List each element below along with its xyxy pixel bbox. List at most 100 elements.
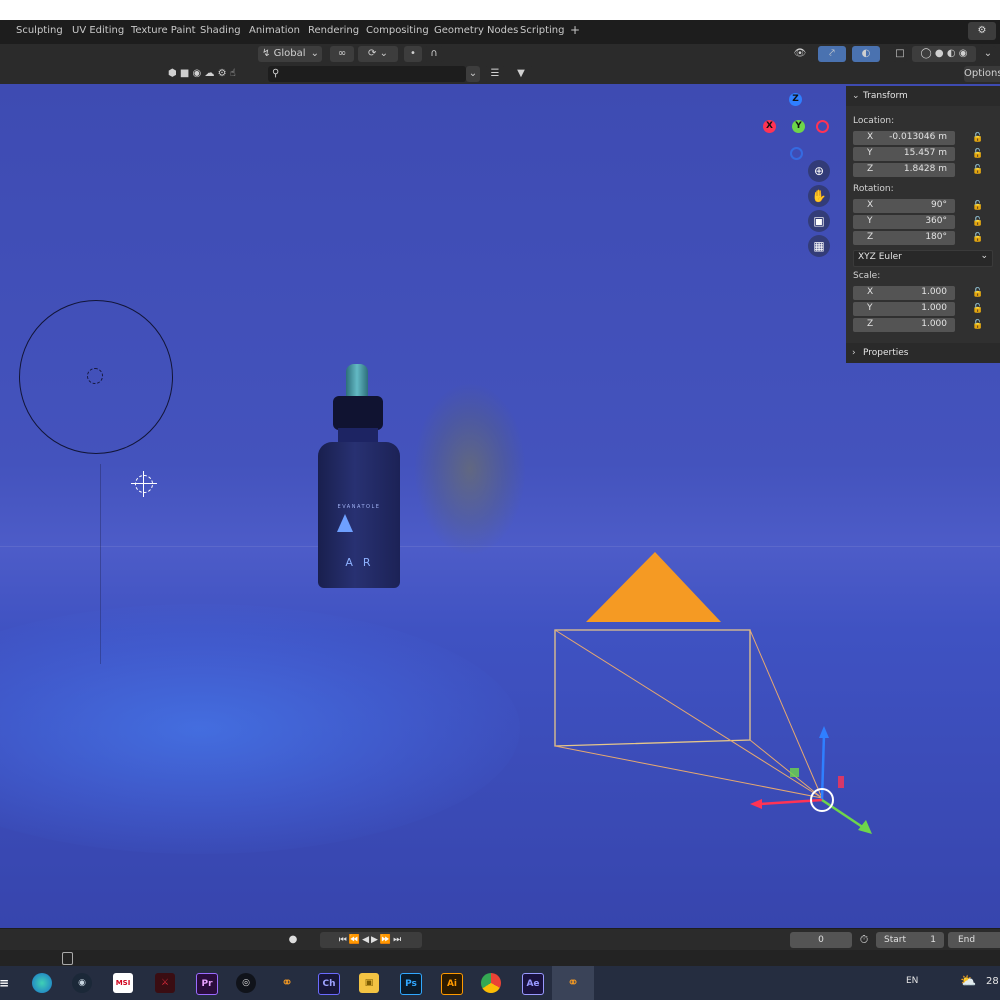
gizmo-z-axis[interactable]: Z [789, 93, 802, 106]
add-workspace-button[interactable]: + [570, 23, 580, 37]
scale-label: Scale: [853, 271, 881, 281]
location-y-field[interactable]: Y 15.457 m [853, 147, 955, 161]
bottle-cap[interactable] [333, 396, 383, 430]
photoshop-icon[interactable]: Ps [400, 973, 422, 995]
stopwatch-icon[interactable]: ⏱ [856, 932, 872, 948]
tab-texture-paint[interactable]: Texture Paint [131, 25, 196, 36]
gizmo-x-axis[interactable]: X [763, 120, 776, 133]
shading-mode-buttons[interactable]: ◯ ● ◐ ◉ [912, 46, 976, 62]
rotation-mode-dropdown[interactable]: XYZ Euler ⌄ [853, 250, 993, 267]
language-indicator[interactable]: EN [906, 976, 918, 986]
bottle-brand-label: EVANATOLE [337, 504, 381, 510]
start-frame-field[interactable]: Start 1 [876, 932, 944, 948]
tab-sculpting[interactable]: Sculpting [16, 25, 63, 36]
rotation-y-field[interactable]: Y 360° [853, 215, 955, 229]
pivot-point-button[interactable]: ∞ [330, 46, 354, 62]
current-frame-field[interactable]: 0 [790, 932, 852, 948]
falloff-curve-icon[interactable]: ∩ [424, 46, 444, 62]
camera-up-triangle [586, 552, 721, 622]
tab-uv-editing[interactable]: UV Editing [72, 25, 124, 36]
lock-icon[interactable]: 🔓 [972, 165, 984, 176]
lock-icon[interactable]: 🔓 [972, 217, 984, 228]
transform-title: Transform [863, 91, 908, 101]
outliner-search-input[interactable]: ⚲ [268, 66, 466, 82]
lock-icon[interactable]: 🔓 [972, 304, 984, 315]
visibility-icon[interactable]: 👁 [786, 46, 814, 62]
scene-selector-icon[interactable]: ⚙ [968, 22, 996, 40]
weather-icon[interactable]: ⛅ [960, 974, 978, 992]
sidebar-transform-panel: ⌄ Transform Location: X -0.013046 m Y 15.4… [846, 86, 1000, 362]
display-mode-icon[interactable]: ☰ [484, 66, 506, 82]
tab-animation[interactable]: Animation [249, 25, 300, 36]
file-explorer-icon[interactable]: ▣ [359, 973, 379, 993]
proportional-edit-button[interactable]: • [404, 46, 422, 62]
3d-cursor-icon[interactable] [131, 471, 157, 497]
tab-geometry-nodes[interactable]: Geometry Nodes [434, 25, 518, 36]
tab-rendering[interactable]: Rendering [308, 25, 359, 36]
msi-icon[interactable]: MSI [113, 973, 133, 993]
bottle-dropper[interactable] [346, 364, 368, 398]
lock-icon[interactable]: 🔓 [972, 233, 984, 244]
chevron-down-icon: ⌄ [852, 91, 860, 101]
premiere-icon[interactable]: Pr [196, 973, 218, 995]
character-animator-icon[interactable]: Ch [318, 973, 340, 995]
bottle-body[interactable]: EVANATOLE AR [318, 442, 400, 588]
steam-icon[interactable]: ◉ [72, 973, 92, 993]
tab-shading[interactable]: Shading [200, 25, 241, 36]
scale-y-field[interactable]: Y 1.000 [853, 302, 955, 316]
workspace-tabs-bar: Sculpting UV Editing Texture Paint Shadi… [0, 20, 1000, 44]
orientation-label: Global [273, 48, 306, 59]
location-z-field[interactable]: Z 1.8428 m [853, 163, 955, 177]
shading-options-icon[interactable]: ⌄ [980, 46, 996, 62]
gizmo-y-axis[interactable]: Y [792, 120, 805, 133]
perspective-grid-icon[interactable]: ▦ [808, 235, 830, 257]
camera-view-icon[interactable]: ▣ [808, 210, 830, 232]
playback-controls[interactable]: ⏮⏪◀▶⏩⏭ [320, 932, 422, 948]
lock-icon[interactable]: 🔓 [972, 149, 984, 160]
filter-icon[interactable]: ▼ [508, 66, 534, 82]
lock-icon[interactable]: 🔓 [972, 288, 984, 299]
light-direction-line [100, 464, 101, 664]
end-frame-field[interactable]: End [948, 932, 1000, 948]
blender-active-icon: ⚭ [567, 975, 579, 991]
rotation-z-field[interactable]: Z 180° [853, 231, 955, 245]
tab-scripting[interactable]: Scripting [520, 25, 564, 36]
gizmo-toggle-button[interactable]: ⤤ [818, 46, 846, 62]
transform-panel-header[interactable]: ⌄ Transform [846, 86, 1000, 106]
transform-gizmo[interactable] [740, 714, 890, 844]
options-dropdown[interactable]: Options [964, 66, 1000, 82]
gizmo-neg-z-axis[interactable] [790, 147, 803, 160]
search-icon[interactable]: ≡ [0, 973, 14, 993]
chevron-down-icon[interactable]: ⌄ [466, 66, 480, 82]
rotation-x-field[interactable]: X 90° [853, 199, 955, 213]
properties-panel-header[interactable]: › Properties [846, 343, 1000, 363]
scale-x-field[interactable]: X 1.000 [853, 286, 955, 300]
overlays-toggle-button[interactable]: ◐ [852, 46, 880, 62]
lock-icon[interactable]: 🔓 [972, 133, 984, 144]
snap-toggle-button[interactable]: ⟳ ⌄ [358, 46, 398, 62]
zoom-icon[interactable]: ⊕ [808, 160, 830, 182]
gizmo-neg-x-axis[interactable] [816, 120, 829, 133]
scale-z-field[interactable]: Z 1.000 [853, 318, 955, 332]
illustrator-icon[interactable]: Ai [441, 973, 463, 995]
record-icon[interactable]: ● [283, 932, 303, 948]
game-icon[interactable]: ⚔ [155, 973, 175, 993]
xray-icon[interactable]: □ [893, 46, 907, 62]
cinema4d-icon[interactable]: ◎ [236, 973, 256, 993]
navigation-gizmo[interactable]: Z X Y [760, 92, 840, 172]
transform-orientation-dropdown[interactable]: ↯ Global ⌄ [258, 46, 322, 62]
selectability-visibility-icons[interactable]: ⬢ ■ ◉ ☁ ⚙ ☝ [168, 66, 266, 82]
location-x-field[interactable]: X -0.013046 m [853, 131, 955, 145]
taskbar-active-app[interactable]: ⚭ [552, 966, 594, 1000]
chevron-right-icon: › [852, 348, 856, 358]
chevron-down-icon: ⌄ [980, 251, 988, 261]
edge-icon[interactable] [32, 973, 52, 993]
chrome-icon[interactable] [481, 973, 501, 993]
lock-icon[interactable]: 🔓 [972, 201, 984, 212]
tab-compositing[interactable]: Compositing [366, 25, 429, 36]
after-effects-icon[interactable]: Ae [522, 973, 544, 995]
blender-icon[interactable]: ⚭ [277, 973, 297, 993]
lock-icon[interactable]: 🔓 [972, 320, 984, 331]
pan-hand-icon[interactable]: ✋ [808, 185, 830, 207]
floor-light-glow [0, 604, 520, 854]
